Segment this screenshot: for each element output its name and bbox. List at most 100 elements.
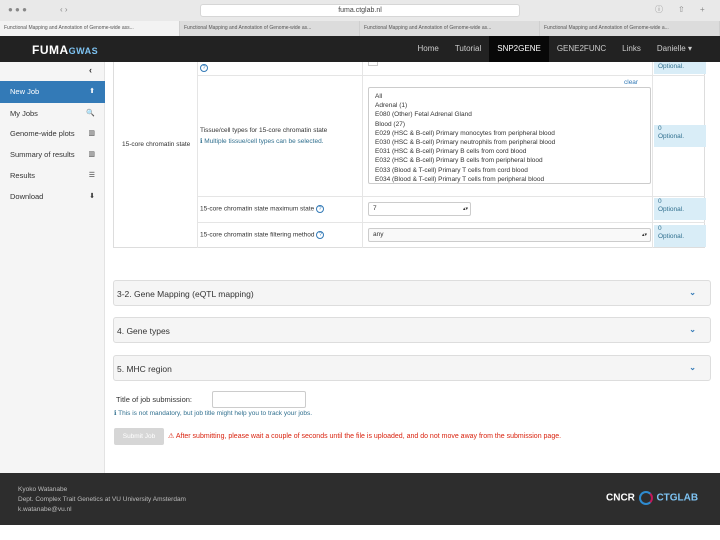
- sidebar-item-new-job[interactable]: New Job ⬆: [0, 81, 105, 103]
- list-item[interactable]: E034 (Blood & T-cell) Primary T cells fr…: [375, 175, 644, 183]
- column-divider: [197, 62, 198, 248]
- sidebar-item-summary[interactable]: Summary of results ▥: [0, 144, 105, 166]
- max-state-label-text: 15-core chromatin state maximum state: [200, 205, 315, 213]
- checkbox-partial[interactable]: [368, 62, 378, 66]
- list-item[interactable]: E030 (HSC & B-cell) Primary neutrophils …: [375, 138, 644, 147]
- sidebar-item-label: New Job: [10, 87, 40, 96]
- list-item[interactable]: E033 (Blood & T-cell) Primary T cells fr…: [375, 166, 644, 175]
- top-navbar: FUMAGWAS Home Tutorial SNP2GENE GENE2FUN…: [0, 36, 720, 62]
- tissue-multiselect[interactable]: All Adrenal (1) E080 (Other) Fetal Adren…: [368, 87, 651, 184]
- browser-tab[interactable]: Functional Mapping and Annotation of Gen…: [540, 21, 720, 36]
- select-arrows-icon: ▴▾: [641, 232, 647, 238]
- filter-value: any: [373, 231, 384, 238]
- browser-tab[interactable]: Functional Mapping and Annotation of Gen…: [360, 21, 540, 36]
- browser-tabs: Functional Mapping and Annotation of Gen…: [0, 21, 720, 36]
- logo-sub: GWAS: [68, 46, 99, 56]
- logo-right: CTGLAB: [656, 492, 699, 504]
- list-item[interactable]: E031 (HSC & B-cell) Primary B cells from…: [375, 147, 644, 156]
- nav-menu: Home Tutorial SNP2GENE GENE2FUNC Links D…: [410, 36, 701, 62]
- list-item[interactable]: All: [375, 92, 644, 101]
- max-state-value: 7: [373, 205, 377, 212]
- panel-title: 3-2. Gene Mapping (eQTL mapping): [117, 289, 254, 299]
- job-title-label: Title of job submission:: [116, 395, 193, 404]
- upload-icon: ⬆: [89, 88, 95, 95]
- help-icon[interactable]: ?: [315, 205, 324, 213]
- address-bar[interactable]: fuma.ctglab.nl: [200, 4, 520, 17]
- clear-link[interactable]: clear: [624, 79, 638, 86]
- panel-gene-types[interactable]: 4. Gene types ⌄: [113, 317, 711, 343]
- new-tab-icon[interactable]: +: [700, 5, 705, 15]
- optional-badge: Optional.: [654, 62, 706, 74]
- column-divider: [652, 62, 653, 248]
- list-item[interactable]: E032 (HSC & B-cell) Primary B cells from…: [375, 156, 644, 165]
- tissue-info: ℹ Multiple tissue/cell types can be sele…: [200, 138, 324, 145]
- collapse-sidebar-icon[interactable]: ‹: [89, 65, 92, 75]
- table-icon: ☰: [88, 172, 95, 179]
- sidebar-item-my-jobs[interactable]: My Jobs 🔍: [0, 103, 105, 125]
- panel-gene-mapping-eqtl[interactable]: 3-2. Gene Mapping (eQTL mapping) ⌄: [113, 280, 711, 306]
- footer-email[interactable]: k.watanabe@vu.nl: [18, 505, 186, 515]
- job-title-input[interactable]: [212, 391, 306, 408]
- footer-department: Dept. Complex Trait Genetics at VU Unive…: [18, 496, 186, 503]
- sidebar-item-download[interactable]: Download ⬇: [0, 186, 105, 208]
- browser-tab[interactable]: Functional Mapping and Annotation of Gen…: [180, 21, 360, 36]
- share-icon[interactable]: ⇧: [678, 5, 685, 15]
- filter-label: 15-core chromatin state filtering method…: [200, 231, 325, 239]
- nav-home[interactable]: Home: [410, 36, 447, 62]
- nav-tutorial[interactable]: Tutorial: [447, 36, 489, 62]
- nav-snp2gene[interactable]: SNP2GENE: [489, 36, 549, 62]
- nav-gene2func[interactable]: GENE2FUNC: [549, 36, 614, 62]
- sidebar: ‹ New Job ⬆ My Jobs 🔍 Genome-wide plots ▥ S…: [0, 62, 105, 473]
- help-icon[interactable]: ?: [200, 64, 208, 72]
- row-divider: [197, 196, 705, 197]
- browser-tab[interactable]: Functional Mapping and Annotation of Gen…: [0, 21, 180, 36]
- chevron-down-icon[interactable]: ⌄: [689, 325, 696, 334]
- chevron-down-icon[interactable]: ⌄: [689, 363, 696, 372]
- sidebar-item-results[interactable]: Results ☰: [0, 165, 105, 187]
- logo-swirl-icon: [638, 491, 653, 505]
- bar-chart-icon: ▥: [88, 130, 95, 137]
- optional-badge: 0 Optional.: [654, 198, 706, 220]
- footer-contact: Kyoko Watanabe Dept. Complex Trait Genet…: [18, 485, 186, 515]
- footer-author: Kyoko Watanabe: [18, 486, 68, 493]
- optional-badge: 0 Optional.: [654, 225, 706, 247]
- badge-count: 0: [658, 125, 662, 132]
- badge-text: Optional.: [658, 233, 685, 240]
- list-item[interactable]: Adrenal (1): [375, 101, 644, 110]
- list-item[interactable]: Blood (27): [375, 120, 644, 129]
- info-icon[interactable]: ⓘ: [655, 5, 663, 15]
- help-icon[interactable]: ?: [316, 231, 325, 239]
- row-divider: [197, 75, 705, 76]
- back-forward-icon[interactable]: ‹ ›: [60, 5, 68, 15]
- stepper-icon[interactable]: ▴▾: [463, 203, 468, 215]
- optional-badge: 0 Optional.: [654, 125, 706, 147]
- fuma-logo[interactable]: FUMAGWAS: [32, 43, 98, 57]
- chevron-down-icon[interactable]: ⌄: [689, 288, 696, 297]
- nav-links[interactable]: Links: [614, 36, 649, 62]
- panel-title: 4. Gene types: [117, 326, 170, 336]
- sidebar-item-label: Genome-wide plots: [10, 129, 75, 138]
- submit-job-button[interactable]: Submit Job: [114, 428, 164, 445]
- filter-method-select[interactable]: any ▴▾: [368, 228, 651, 242]
- max-state-label: 15-core chromatin state maximum state ?: [200, 205, 324, 213]
- sidebar-item-label: Summary of results: [10, 150, 75, 159]
- sidebar-item-label: Download: [10, 192, 44, 201]
- submit-warning: ⚠ After submitting, please wait a couple…: [168, 433, 562, 440]
- browser-chrome: ● ● ● ‹ › fuma.ctglab.nl ⓘ ⇧ + Functiona…: [0, 0, 720, 36]
- window-controls-icon[interactable]: ● ● ●: [8, 5, 27, 15]
- list-item[interactable]: E080 (Other) Fetal Adrenal Gland: [375, 110, 644, 119]
- tissue-label: Tissue/cell types for 15-core chromatin …: [200, 127, 328, 134]
- download-icon: ⬇: [89, 193, 95, 200]
- cncr-ctglab-logo[interactable]: CNCR CTGLAB: [606, 491, 698, 505]
- sidebar-item-label: My Jobs: [10, 109, 38, 118]
- search-icon: 🔍: [86, 110, 95, 117]
- sidebar-item-genome-wide-plots[interactable]: Genome-wide plots ▥: [0, 123, 105, 145]
- logo-main: FUMA: [32, 43, 69, 57]
- max-state-input[interactable]: 7 ▴▾: [368, 202, 471, 216]
- panel-mhc-region[interactable]: 5. MHC region ⌄: [113, 355, 711, 381]
- badge-text: Optional.: [658, 206, 685, 213]
- sidebar-item-label: Results: [10, 171, 36, 180]
- nav-user-menu[interactable]: Danielle ▾: [649, 36, 700, 62]
- list-item[interactable]: E029 (HSC & B-cell) Primary monocytes fr…: [375, 129, 644, 138]
- row-divider: [197, 222, 705, 223]
